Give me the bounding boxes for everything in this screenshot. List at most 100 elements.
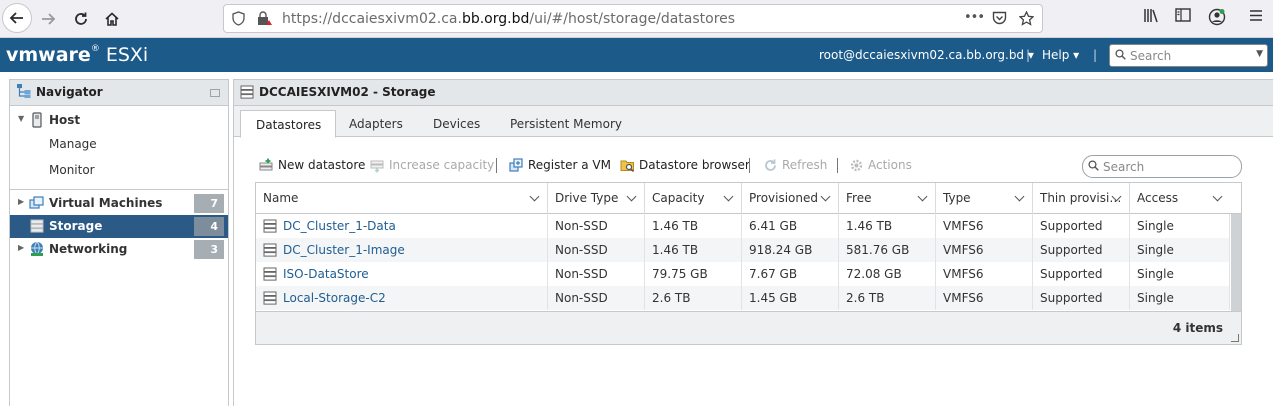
column-drive-type[interactable]: Drive Type	[548, 183, 645, 214]
cell-name[interactable]: DC_Cluster_1-Image	[256, 238, 548, 262]
collapsed-arrow-icon[interactable]: ▶	[18, 197, 24, 206]
cell-text: 1.46 TB	[652, 219, 699, 233]
navigator-tree-icon	[17, 84, 31, 98]
table-scrollbar[interactable]	[1231, 214, 1241, 311]
cell-type: VMFS6	[936, 214, 1033, 238]
tab-datastores[interactable]: Datastores	[240, 110, 337, 138]
arrow-left-icon	[9, 12, 23, 24]
lock-warning-icon[interactable]	[257, 11, 273, 30]
column-thin-provisioning[interactable]: Thin provisi…	[1033, 183, 1130, 214]
cell-text: VMFS6	[943, 243, 984, 257]
header-search[interactable]: ▼	[1109, 44, 1268, 67]
chevron-down-icon[interactable]	[529, 191, 540, 202]
datastore-name-link[interactable]: DC_Cluster_1-Data	[283, 219, 396, 233]
cell-text: 581.76 GB	[846, 243, 910, 257]
chevron-down-icon[interactable]	[1212, 191, 1223, 202]
bookmark-star-icon[interactable]	[1018, 10, 1035, 30]
tab-persistent-memory[interactable]: Persistent Memory	[510, 110, 622, 137]
tab-adapters[interactable]: Adapters	[349, 110, 403, 137]
cell-thin-provisioning: Supported	[1033, 262, 1130, 286]
forward-button[interactable]	[34, 5, 62, 33]
library-icon[interactable]	[1143, 8, 1159, 27]
chevron-down-icon[interactable]	[723, 191, 734, 202]
grid-search-input[interactable]	[1103, 158, 1233, 175]
table-row[interactable]: ISO-DataStore Non-SSD 79.75 GB 7.67 GB 72.08…	[256, 262, 1230, 286]
sidebar-icon[interactable]	[1175, 8, 1191, 26]
table-row[interactable]: Local-Storage-C2 Non-SSD 2.6 TB 1.45 GB 2.6 …	[256, 286, 1230, 310]
cell-capacity: 1.46 TB	[645, 238, 742, 262]
cell-text: Non-SSD	[555, 267, 608, 281]
cell-thin-provisioning: Supported	[1033, 214, 1130, 238]
cell-thin-provisioning: Supported	[1033, 238, 1130, 262]
back-button[interactable]	[2, 3, 32, 33]
grid-search[interactable]	[1082, 155, 1242, 178]
cell-text: 6.41 GB	[749, 219, 798, 233]
search-dropdown-icon[interactable]: ▼	[1256, 49, 1263, 59]
cell-provisioned: 6.41 GB	[742, 214, 839, 238]
column-access[interactable]: Access	[1130, 183, 1241, 214]
datastore-name-link[interactable]: ISO-DataStore	[283, 267, 369, 281]
nav-item-storage[interactable]: Storage 4	[10, 215, 228, 238]
cell-access: Single	[1130, 262, 1230, 286]
column-name[interactable]: Name	[256, 183, 548, 214]
cell-text: Supported	[1040, 291, 1103, 305]
item-count: 4 items	[1172, 321, 1223, 335]
cell-type: VMFS6	[936, 238, 1033, 262]
folder-search-icon	[620, 160, 634, 172]
home-button[interactable]	[98, 5, 126, 33]
nav-item-virtual-machines[interactable]: ▶ Virtual Machines 7	[10, 192, 228, 215]
resize-grip-icon[interactable]	[1231, 334, 1239, 342]
cell-drive-type: Non-SSD	[548, 238, 645, 262]
nav-item-monitor[interactable]: Monitor	[10, 159, 228, 182]
cell-text: Single	[1137, 243, 1174, 257]
expanded-arrow-icon[interactable]: ▼	[18, 114, 24, 123]
help-menu[interactable]: Help ▾	[1042, 48, 1079, 62]
cell-access: Single	[1130, 214, 1230, 238]
cell-text: Non-SSD	[555, 243, 608, 257]
cell-name[interactable]: Local-Storage-C2	[256, 286, 548, 310]
cell-thin-provisioning: Supported	[1033, 286, 1130, 310]
cell-text: VMFS6	[943, 291, 984, 305]
cell-text: VMFS6	[943, 267, 984, 281]
nav-item-manage[interactable]: Manage	[10, 133, 228, 156]
url-text: https://dccaiesxivm02.ca.bb.org.bd/ui/#/…	[282, 11, 736, 27]
reload-button[interactable]	[67, 5, 95, 33]
cell-text: 918.24 GB	[749, 243, 813, 257]
user-menu[interactable]: root@dccaiesxivm02.ca.bb.org.bd ▾	[819, 48, 1034, 62]
header-separator: |	[1026, 48, 1031, 62]
header-search-input[interactable]	[1130, 47, 1248, 64]
cell-text: Supported	[1040, 243, 1103, 257]
tab-devices[interactable]: Devices	[433, 110, 480, 137]
address-bar[interactable]: https://dccaiesxivm02.ca.bb.org.bd/ui/#/…	[223, 4, 1043, 33]
account-icon[interactable]	[1208, 8, 1226, 30]
chevron-down-icon[interactable]	[820, 191, 831, 202]
chevron-down-icon[interactable]	[626, 191, 637, 202]
column-type[interactable]: Type	[936, 183, 1033, 214]
column-capacity[interactable]: Capacity	[645, 183, 742, 214]
column-free[interactable]: Free	[839, 183, 936, 214]
nav-item-networking[interactable]: ▶ Networking 3	[10, 238, 228, 261]
menu-hamburger-icon[interactable]	[1249, 8, 1263, 26]
vm-count-badge: 7	[194, 194, 224, 213]
page-actions-icon[interactable]: •••	[964, 10, 985, 25]
cell-name[interactable]: ISO-DataStore	[256, 262, 548, 286]
table-row[interactable]: DC_Cluster_1-Data Non-SSD 1.46 TB 6.41 GB 1.…	[256, 214, 1230, 238]
pocket-icon[interactable]	[992, 11, 1007, 29]
navigator-title: Navigator	[36, 85, 103, 99]
tab-bar: Datastores Adapters Devices Persistent M…	[234, 106, 1273, 138]
cell-capacity: 1.46 TB	[645, 214, 742, 238]
register-vm-icon	[509, 158, 523, 172]
chevron-down-icon[interactable]	[1014, 191, 1025, 202]
datastore-name-link[interactable]: DC_Cluster_1-Image	[283, 243, 405, 257]
shield-icon[interactable]	[232, 11, 245, 30]
chevron-down-icon[interactable]	[917, 191, 928, 202]
datastore-name-link[interactable]: Local-Storage-C2	[283, 291, 386, 305]
table-row[interactable]: DC_Cluster_1-Image Non-SSD 1.46 TB 918.24 G…	[256, 238, 1230, 262]
column-provisioned[interactable]: Provisioned	[742, 183, 839, 214]
storage-icon	[240, 85, 254, 99]
cell-access: Single	[1130, 238, 1230, 262]
nav-item-host[interactable]: ▼ Host	[10, 109, 228, 132]
collapsed-arrow-icon[interactable]: ▶	[18, 243, 24, 252]
collapse-navigator-icon[interactable]	[210, 89, 220, 97]
cell-name[interactable]: DC_Cluster_1-Data	[256, 214, 548, 238]
